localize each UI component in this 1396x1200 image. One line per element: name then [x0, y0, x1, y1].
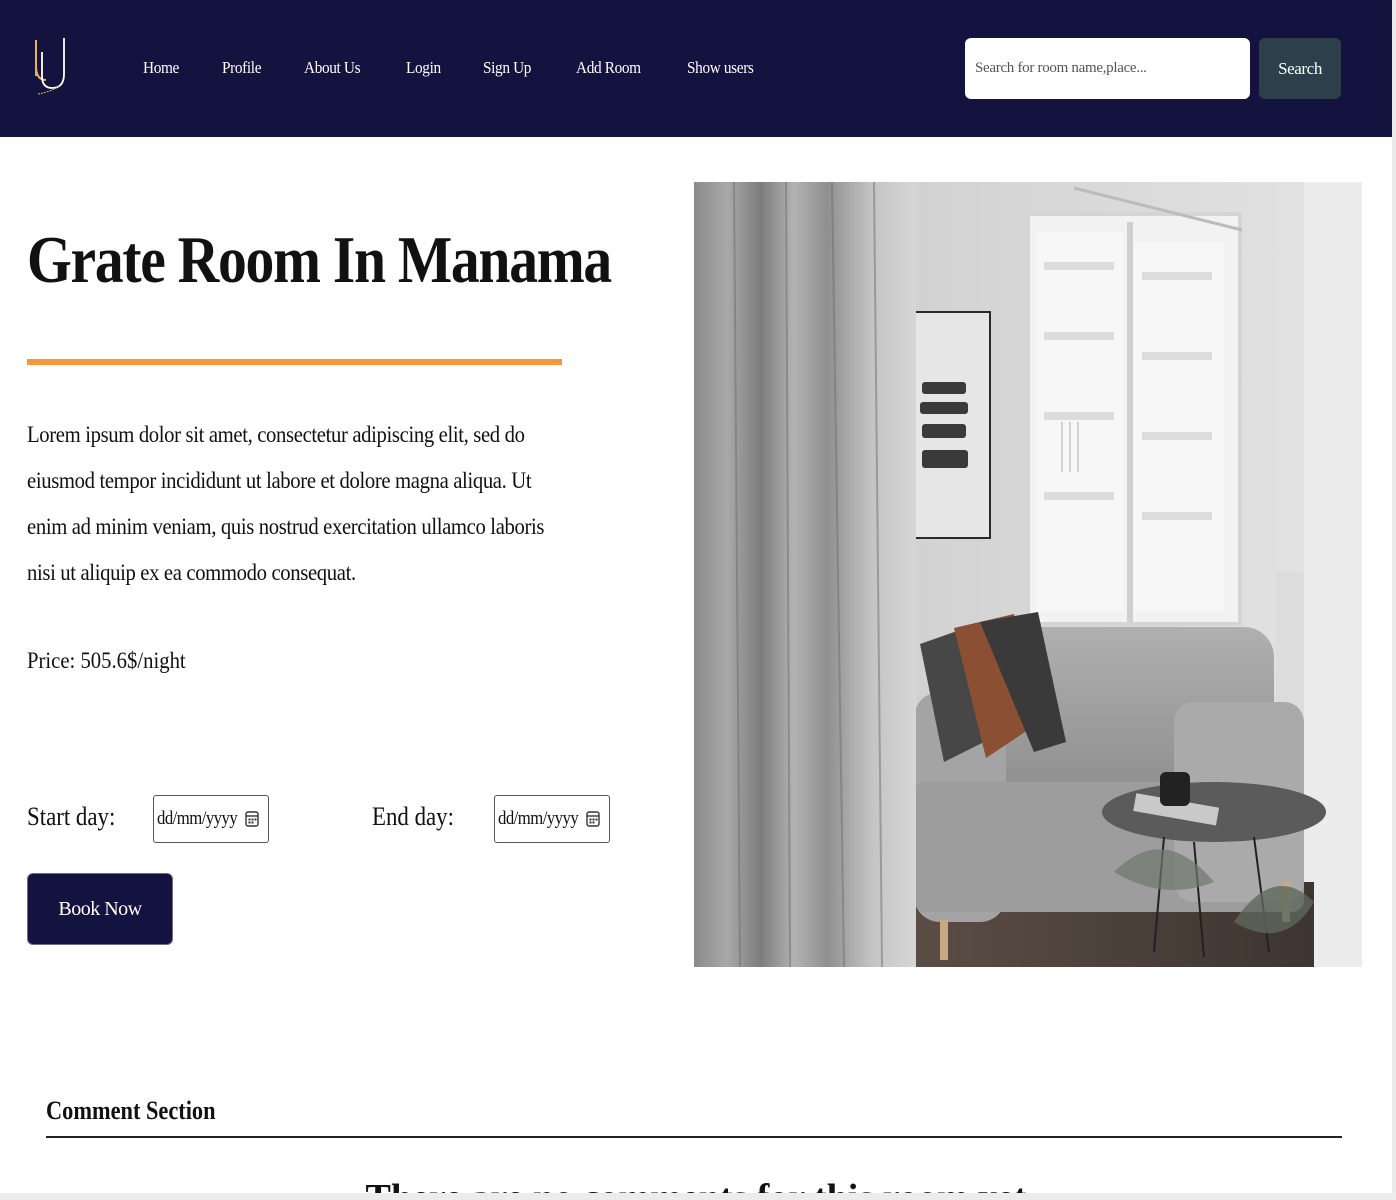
start-date-input[interactable]: dd/mm/yyyy — [153, 795, 269, 843]
nav-login[interactable]: Login — [406, 58, 441, 78]
nav-show-users[interactable]: Show users — [687, 58, 754, 78]
start-date-placeholder: dd/mm/yyyy — [157, 808, 238, 829]
nav-home[interactable]: Home — [143, 58, 179, 78]
nav-profile[interactable]: Profile — [222, 58, 261, 78]
end-date-input[interactable]: dd/mm/yyyy — [494, 795, 610, 843]
navbar: Home Profile About Us Login Sign Up Add … — [0, 0, 1392, 137]
nav-about-us[interactable]: About Us — [304, 58, 361, 78]
nav-sign-up[interactable]: Sign Up — [483, 58, 531, 78]
end-date-placeholder: dd/mm/yyyy — [498, 808, 579, 829]
room-title: Grate Room In Manama — [27, 223, 612, 297]
page-bottom-edge — [0, 1193, 1396, 1200]
scrollbar-gutter — [1392, 0, 1396, 1200]
title-divider — [27, 359, 562, 365]
room-price: Price: 505.6$/night — [27, 648, 186, 673]
calendar-icon[interactable] — [586, 810, 600, 828]
comment-divider — [46, 1136, 1342, 1138]
end-day-label: End day: — [372, 802, 454, 831]
search-input[interactable] — [965, 38, 1250, 99]
search-button[interactable]: Search — [1259, 38, 1341, 99]
brand-logo[interactable] — [30, 36, 70, 98]
room-photo — [694, 182, 1362, 967]
room-description: Lorem ipsum dolor sit amet, consectetur … — [27, 422, 545, 585]
book-now-button[interactable]: Book Now — [27, 873, 173, 945]
nav-links: Home Profile About Us Login Sign Up Add … — [143, 58, 800, 78]
comment-section-heading: Comment Section — [46, 1096, 216, 1125]
nav-add-room[interactable]: Add Room — [576, 58, 641, 78]
start-day-label: Start day: — [27, 802, 116, 831]
calendar-icon[interactable] — [245, 810, 259, 828]
